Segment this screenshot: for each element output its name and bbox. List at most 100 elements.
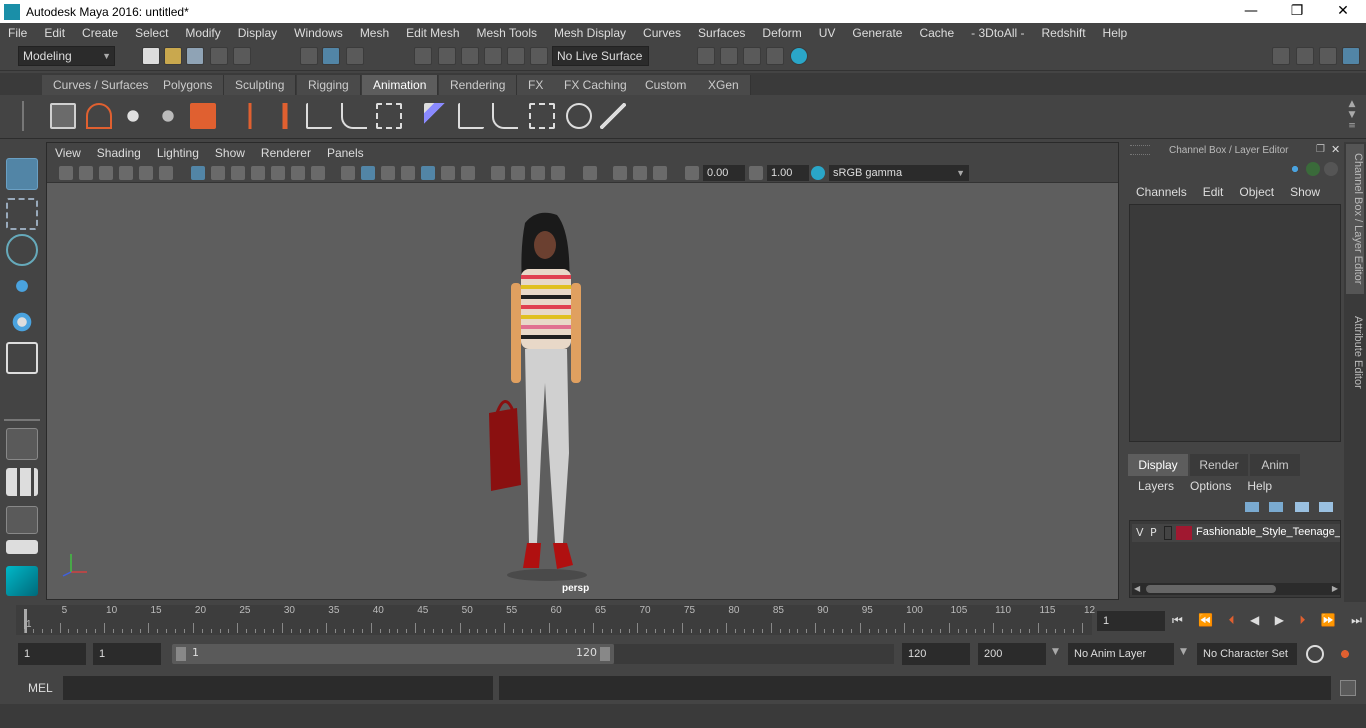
live-surface-field[interactable]: No Live Surface bbox=[552, 46, 649, 66]
current-frame-field[interactable]: 1 bbox=[1097, 611, 1165, 631]
tab-polygons[interactable]: Polygons bbox=[152, 75, 225, 95]
menu-generate[interactable]: Generate bbox=[844, 26, 911, 40]
make-live-icon[interactable] bbox=[530, 47, 548, 65]
viewport-menu-view[interactable]: View bbox=[47, 146, 89, 160]
scale-tool-icon[interactable] bbox=[6, 342, 38, 374]
menu-edit-mesh[interactable]: Edit Mesh bbox=[398, 26, 468, 40]
wireframe-icon[interactable] bbox=[341, 166, 355, 180]
layers-menu[interactable]: Layers bbox=[1128, 479, 1182, 493]
ipr-render-icon[interactable] bbox=[743, 47, 761, 65]
range-end-handle[interactable] bbox=[600, 647, 610, 661]
textured-icon[interactable] bbox=[401, 166, 415, 180]
menu-surfaces[interactable]: Surfaces bbox=[690, 26, 754, 40]
tab-animation[interactable]: Animation bbox=[362, 75, 439, 95]
menu-help[interactable]: Help bbox=[1095, 26, 1137, 40]
multisample-aa-icon[interactable] bbox=[511, 166, 525, 180]
float-panel-icon[interactable]: ❐ bbox=[1316, 144, 1325, 155]
new-layer-icon[interactable] bbox=[1295, 502, 1309, 512]
safe-action-icon[interactable] bbox=[291, 166, 305, 180]
chevron-down-icon[interactable]: ▼ bbox=[1180, 647, 1187, 657]
menu-display[interactable]: Display bbox=[230, 26, 286, 40]
shelf-menu-handle[interactable] bbox=[22, 101, 34, 131]
chevron-down-icon[interactable]: ▼ bbox=[1052, 647, 1059, 657]
object-menu[interactable]: Object bbox=[1231, 185, 1282, 199]
snap-point-icon[interactable] bbox=[461, 47, 479, 65]
help-menu[interactable]: Help bbox=[1239, 479, 1280, 493]
playback-start-field[interactable]: 1 bbox=[93, 643, 161, 665]
snap-view-plane-icon[interactable] bbox=[484, 47, 502, 65]
manipulator-icon[interactable] bbox=[1288, 162, 1302, 176]
layer-name[interactable]: Fashionable_Style_Teenage_I bbox=[1196, 526, 1340, 538]
tab-render[interactable]: Render bbox=[1190, 454, 1248, 476]
gamma-field[interactable]: 1.00 bbox=[767, 165, 809, 181]
tab-anim[interactable]: Anim bbox=[1250, 454, 1300, 476]
xray-joints-icon[interactable] bbox=[613, 166, 627, 180]
tab-xgen[interactable]: XGen bbox=[697, 75, 751, 95]
menu-file[interactable]: File bbox=[0, 26, 36, 40]
shelf-scroll-icon[interactable]: ▲ ▼ ≡ bbox=[1346, 99, 1358, 133]
camera-attributes-icon[interactable] bbox=[79, 166, 93, 180]
screen-space-ao-icon[interactable] bbox=[461, 166, 475, 180]
viewport-menu-renderer[interactable]: Renderer bbox=[253, 146, 319, 160]
film-gate-icon[interactable] bbox=[211, 166, 225, 180]
menu-redshift[interactable]: Redshift bbox=[1034, 26, 1095, 40]
snap-grid-icon[interactable] bbox=[414, 47, 432, 65]
timeline-ruler[interactable]: 1 5 10 15 20 25 30 35 40 45 50 55 60 65 70 75 80 85 90 95 10… bbox=[16, 605, 1095, 635]
move-layer-up-icon[interactable] bbox=[1245, 502, 1259, 512]
bookmark-icon[interactable] bbox=[99, 166, 113, 180]
playback-end-field[interactable]: 120 bbox=[902, 643, 970, 665]
close-panel-icon[interactable]: ✕ bbox=[1331, 143, 1340, 156]
ik-handle-icon[interactable] bbox=[341, 103, 367, 129]
breakdown-key-icon[interactable] bbox=[272, 103, 298, 129]
resolution-gate-icon[interactable] bbox=[231, 166, 245, 180]
step-back-frame-icon[interactable]: ⏴ bbox=[1229, 613, 1235, 628]
orient-constraint-icon[interactable] bbox=[492, 103, 518, 129]
close-button[interactable]: ✕ bbox=[1320, 0, 1366, 23]
render-view-icon[interactable] bbox=[766, 47, 784, 65]
tab-display[interactable]: Display bbox=[1128, 454, 1188, 476]
layout-toggle-icon[interactable] bbox=[6, 540, 38, 554]
snap-curve-icon[interactable] bbox=[438, 47, 456, 65]
exposure-field[interactable]: 0.00 bbox=[703, 165, 745, 181]
range-slider-bar[interactable]: 1 120 bbox=[172, 644, 614, 664]
single-pane-layout-icon[interactable] bbox=[6, 428, 38, 460]
layer-reference-toggle[interactable] bbox=[1164, 526, 1172, 540]
depth-of-field-icon[interactable] bbox=[531, 166, 545, 180]
motion-trail-icon[interactable] bbox=[86, 103, 112, 129]
step-forward-frame-icon[interactable]: ⏵ bbox=[1299, 613, 1305, 628]
lasso-tool-icon[interactable] bbox=[6, 198, 38, 230]
sync-icon[interactable] bbox=[1324, 162, 1338, 176]
open-scene-icon[interactable] bbox=[164, 47, 182, 65]
step-forward-key-icon[interactable]: ⏩ bbox=[1321, 613, 1336, 627]
minimize-button[interactable]: — bbox=[1228, 0, 1274, 23]
play-forwards-icon[interactable]: ▶ bbox=[1275, 613, 1284, 627]
menu-set-dropdown[interactable]: Modeling ▼ bbox=[18, 46, 115, 66]
select-object-icon[interactable] bbox=[322, 47, 340, 65]
tab-fx-caching[interactable]: FX Caching bbox=[553, 75, 639, 95]
viewport-panel[interactable]: View Shading Lighting Show Renderer Pane… bbox=[46, 142, 1119, 600]
character-model[interactable] bbox=[477, 203, 617, 583]
go-to-end-icon[interactable]: ⏭ bbox=[1351, 613, 1362, 628]
layer-playback-toggle[interactable]: P bbox=[1150, 526, 1157, 539]
menu-deform[interactable]: Deform bbox=[754, 26, 810, 40]
script-language-toggle[interactable]: MEL bbox=[28, 681, 53, 695]
menu-uv[interactable]: UV bbox=[811, 26, 845, 40]
backface-culling-icon[interactable] bbox=[653, 166, 667, 180]
hypershade-icon[interactable] bbox=[790, 47, 808, 65]
parent-constraint-icon[interactable] bbox=[424, 103, 450, 129]
isolate-select-icon[interactable] bbox=[551, 166, 565, 180]
scale-constraint-icon[interactable] bbox=[529, 103, 555, 129]
image-plane-icon[interactable] bbox=[119, 166, 133, 180]
character-set-dropdown[interactable]: No Character Set bbox=[1197, 643, 1297, 665]
toggle-tool-settings-icon[interactable] bbox=[1319, 47, 1337, 65]
move-layer-down-icon[interactable] bbox=[1269, 502, 1283, 512]
snap-live-icon[interactable] bbox=[507, 47, 525, 65]
step-back-key-icon[interactable]: ⏪ bbox=[1198, 613, 1213, 627]
motion-blur-icon[interactable] bbox=[491, 166, 505, 180]
toggle-channel-box-icon[interactable] bbox=[1296, 47, 1314, 65]
go-to-start-icon[interactable]: ⏮ bbox=[1172, 613, 1183, 628]
set-key-icon[interactable] bbox=[237, 103, 263, 129]
playblast-icon[interactable] bbox=[50, 103, 76, 129]
outliner-layout-icon[interactable] bbox=[6, 506, 38, 534]
menu-mesh[interactable]: Mesh bbox=[352, 26, 398, 40]
